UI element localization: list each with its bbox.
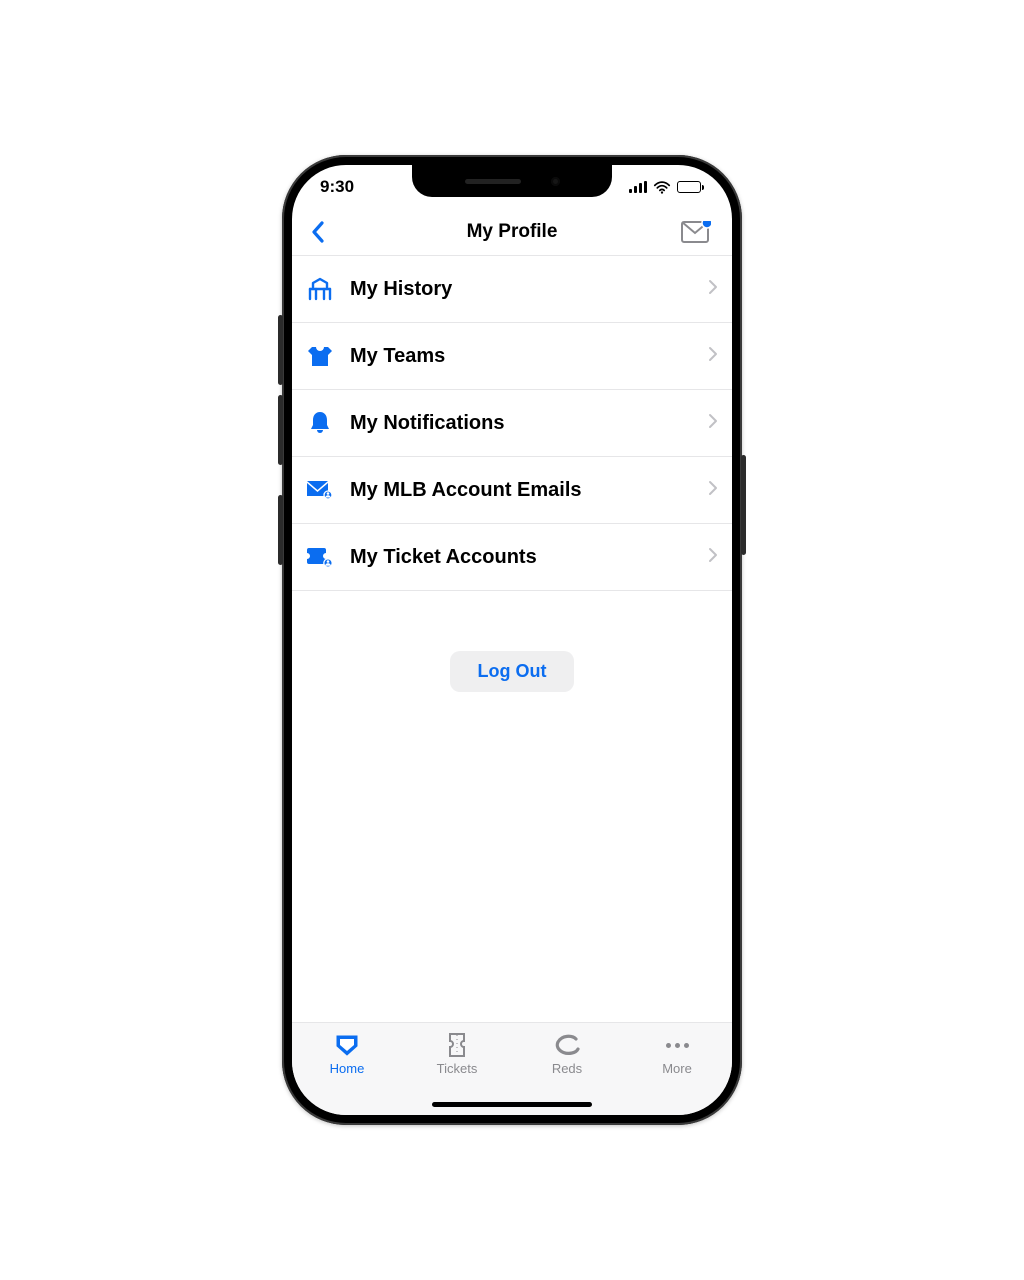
- home-plate-icon: [334, 1033, 360, 1057]
- row-my-mlb-account-emails[interactable]: My MLB Account Emails: [292, 457, 732, 524]
- chevron-right-icon: [708, 479, 718, 502]
- chevron-right-icon: [708, 278, 718, 301]
- ticket-icon: [446, 1033, 468, 1057]
- row-my-notifications[interactable]: My Notifications: [292, 390, 732, 457]
- inbox-button[interactable]: [676, 209, 716, 255]
- back-button[interactable]: [298, 209, 338, 255]
- team-c-icon: [554, 1033, 580, 1057]
- chevron-right-icon: [708, 546, 718, 569]
- chevron-right-icon: [708, 345, 718, 368]
- phone-frame: 9:30: [282, 155, 742, 1125]
- row-my-history[interactable]: My History: [292, 256, 732, 323]
- more-dots-icon: [664, 1033, 691, 1057]
- tab-more[interactable]: More: [622, 1023, 732, 1115]
- jersey-icon: [306, 344, 334, 368]
- row-label: My Teams: [350, 345, 692, 368]
- row-label: My Ticket Accounts: [350, 546, 692, 569]
- battery-icon: [677, 181, 704, 193]
- nav-header: My Profile: [292, 209, 732, 256]
- tab-label: More: [662, 1061, 692, 1076]
- row-label: My History: [350, 278, 692, 301]
- tab-label: Home: [330, 1061, 365, 1076]
- ticket-user-icon: [306, 544, 334, 570]
- tab-home[interactable]: Home: [292, 1023, 402, 1115]
- logout-section: Log Out: [292, 591, 732, 692]
- screen: 9:30: [292, 165, 732, 1115]
- mail-user-icon: [306, 478, 334, 502]
- cellular-icon: [629, 181, 647, 193]
- home-indicator: [432, 1102, 592, 1107]
- page-title: My Profile: [467, 221, 558, 243]
- row-label: My Notifications: [350, 412, 692, 435]
- bell-icon: [306, 410, 334, 436]
- row-label: My MLB Account Emails: [350, 479, 692, 502]
- chevron-left-icon: [310, 220, 326, 244]
- status-time: 9:30: [320, 177, 354, 197]
- device-notch: [412, 165, 612, 197]
- envelope-badge-icon: [681, 221, 711, 243]
- chevron-right-icon: [708, 412, 718, 435]
- row-my-teams[interactable]: My Teams: [292, 323, 732, 390]
- tab-label: Tickets: [437, 1061, 478, 1076]
- logout-button[interactable]: Log Out: [450, 651, 575, 692]
- stadium-icon: [306, 277, 334, 301]
- wifi-icon: [653, 181, 671, 194]
- tab-label: Reds: [552, 1061, 582, 1076]
- profile-menu: My History My Teams: [292, 256, 732, 591]
- row-my-ticket-accounts[interactable]: My Ticket Accounts: [292, 524, 732, 591]
